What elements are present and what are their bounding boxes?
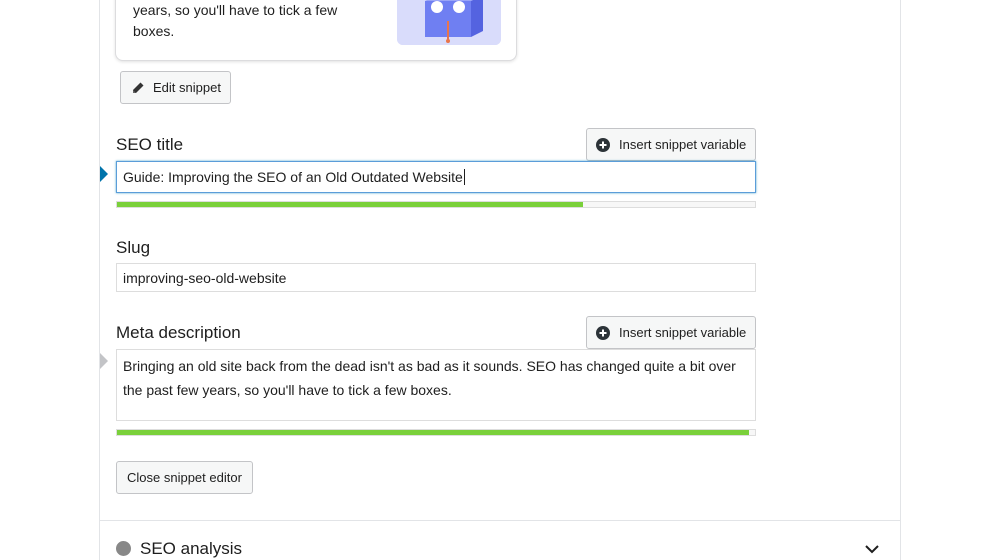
preview-illustration-icon [397,0,501,45]
preview-thumbnail [397,0,501,45]
close-snippet-editor-label: Close snippet editor [127,470,242,485]
plus-circle-icon [596,325,610,340]
chevron-down-icon[interactable] [863,540,881,558]
section-divider [100,520,900,521]
meta-description-insert-variable-button[interactable]: Insert snippet variable [586,316,756,349]
preview-description-line-2: boxes. [133,23,175,39]
insert-variable-label: Insert snippet variable [619,137,747,152]
seo-title-input[interactable]: Guide: Improving the SEO of an Old Outda… [116,161,756,193]
pencil-icon [133,82,144,93]
meta-description-value: Bringing an old site back from the dead … [123,358,736,398]
edit-snippet-button[interactable]: Edit snippet [120,71,231,104]
slug-value: improving-seo-old-website [123,269,287,286]
seo-analysis-label[interactable]: SEO analysis [140,539,242,559]
preview-description: years, so you'll have to tick a few boxe… [133,0,383,42]
active-field-marker-icon [100,166,108,182]
seo-title-value: Guide: Improving the SEO of an Old Outda… [123,169,463,185]
google-preview-card: years, so you'll have to tick a few boxe… [115,0,517,61]
meta-description-label: Meta description [116,323,241,342]
preview-description-line-1: years, so you'll have to tick a few [133,2,338,18]
close-snippet-editor-button[interactable]: Close snippet editor [116,461,253,494]
meta-description-length-progress [116,429,756,436]
seo-title-length-progress [116,201,756,208]
field-marker-icon [100,353,108,369]
meta-description-progress-fill [117,430,749,435]
slug-label: Slug [116,238,151,257]
seo-title-insert-variable-button[interactable]: Insert snippet variable [586,128,756,161]
meta-description-textarea[interactable]: Bringing an old site back from the dead … [116,349,756,421]
insert-variable-label: Insert snippet variable [619,325,747,340]
seo-title-label: SEO title [116,135,184,154]
plus-circle-icon [596,137,610,152]
text-caret [463,169,465,185]
slug-input[interactable]: improving-seo-old-website [116,263,756,292]
seo-title-progress-fill [117,202,583,207]
edit-snippet-label: Edit snippet [153,80,221,95]
seo-analysis-status-icon [116,541,131,556]
